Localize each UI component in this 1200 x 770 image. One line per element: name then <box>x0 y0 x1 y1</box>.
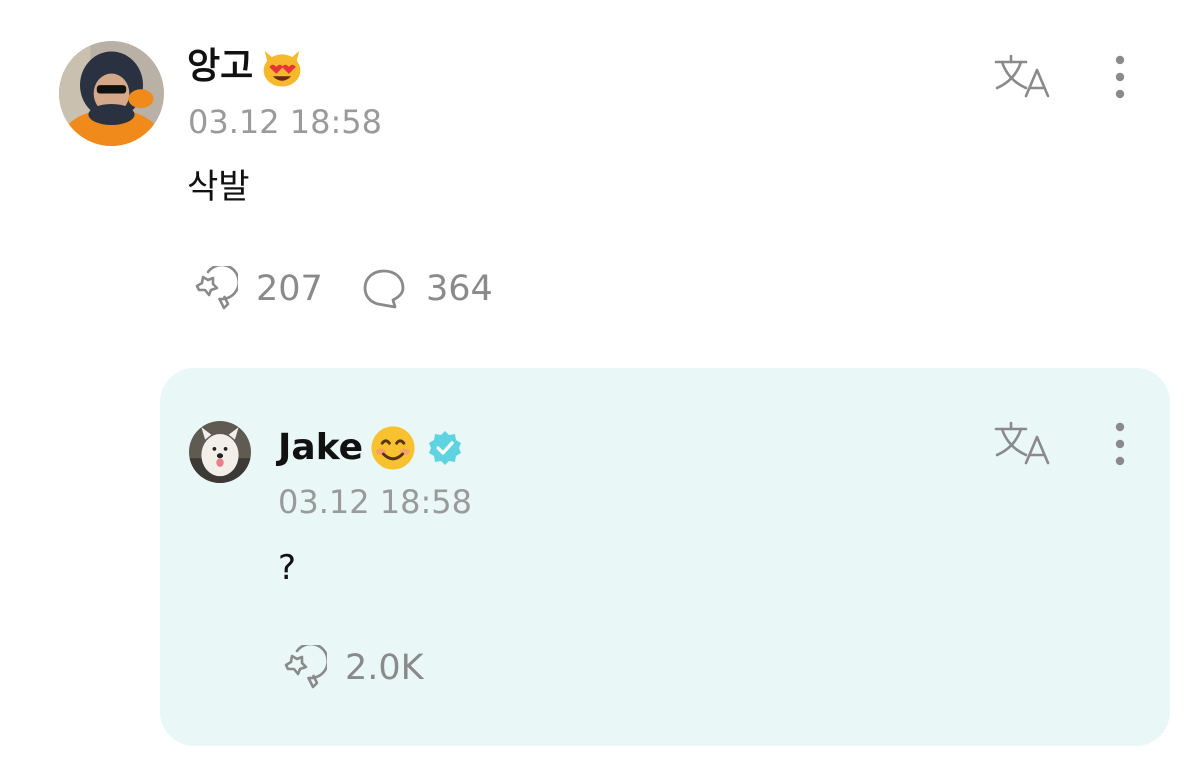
reaction-count: 207 <box>256 268 323 309</box>
post-timestamp: 03.12 18:58 <box>188 103 382 141</box>
translate-icon[interactable] <box>994 54 1054 98</box>
smiling-cat-heart-eyes-emoji <box>259 44 305 90</box>
smiling-face-emoji <box>369 424 417 472</box>
avatar[interactable] <box>189 421 251 483</box>
reaction-icon <box>195 266 238 310</box>
comment-button[interactable]: 364 <box>360 266 493 312</box>
reply-timestamp: 03.12 18:58 <box>278 483 472 521</box>
more-options-icon[interactable] <box>1113 421 1127 467</box>
author-row: Jake <box>278 423 463 473</box>
reaction-icon <box>284 645 327 689</box>
comment-bubble-icon <box>363 269 405 309</box>
avatar-photo <box>59 41 164 146</box>
reaction-button[interactable]: 207 <box>188 266 323 312</box>
author-row: 앙고 <box>187 42 305 92</box>
author-name[interactable]: Jake <box>278 430 363 466</box>
translate-icon[interactable] <box>994 421 1054 465</box>
avatar[interactable] <box>59 41 164 146</box>
reaction-button[interactable]: 2.0K <box>277 645 424 691</box>
post-text: 삭발 <box>187 167 250 207</box>
avatar-photo <box>189 421 251 483</box>
comment-count: 364 <box>426 268 493 309</box>
more-options-icon[interactable] <box>1113 54 1127 100</box>
reply-card: Jake 03.12 18:58 ? 2.0K <box>160 368 1170 746</box>
author-name[interactable]: 앙고 <box>187 49 253 85</box>
reaction-count: 2.0K <box>345 647 424 688</box>
verified-badge-icon <box>427 430 463 466</box>
reply-text: ? <box>278 548 297 588</box>
post: 앙고 03.12 18:58 삭발 207 364 <box>0 0 1200 360</box>
